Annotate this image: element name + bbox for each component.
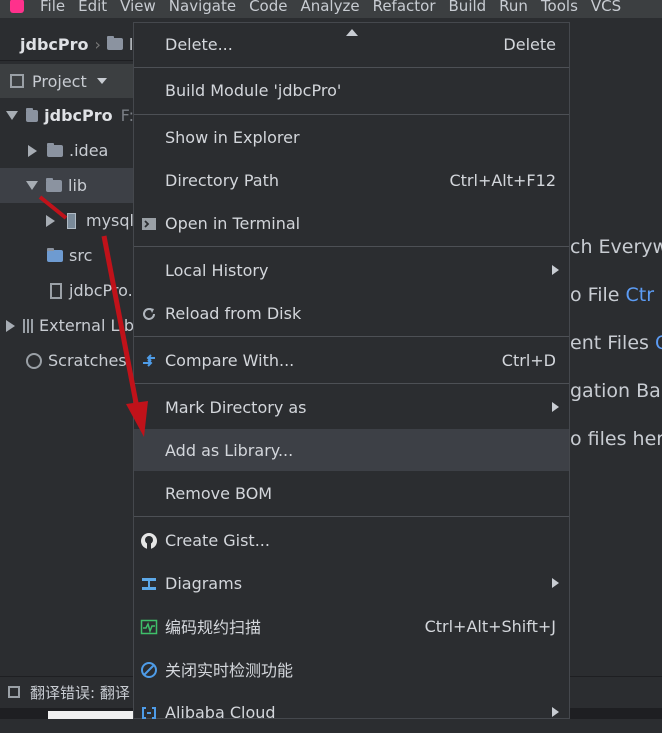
menu-item-compare-with[interactable]: Compare With... Ctrl+D: [134, 339, 569, 381]
expand-right-icon[interactable]: [6, 319, 15, 332]
tree-item-label: .idea: [69, 141, 109, 160]
menu-item-remove-bom[interactable]: Remove BOM: [134, 472, 569, 514]
submenu-arrow-icon: [552, 265, 559, 275]
breadcrumb-separator-icon: ›: [94, 34, 101, 54]
tree-item-jar[interactable]: mysql: [0, 203, 134, 238]
main-menubar: File Edit View Navigate Code Analyze Ref…: [0, 0, 662, 18]
tree-item-path: F:: [120, 106, 134, 125]
folder-icon: [106, 36, 123, 50]
menu-item-open-in-terminal[interactable]: Open in Terminal: [134, 202, 569, 244]
hint-drop-files: o files here: [570, 428, 662, 450]
code-scan-icon: [140, 619, 158, 635]
menu-file[interactable]: File: [40, 0, 65, 15]
menu-view[interactable]: View: [120, 0, 156, 15]
menu-navigate[interactable]: Navigate: [169, 0, 236, 15]
block-icon: [141, 662, 157, 678]
hint-navigation-bar: gation Ba: [570, 380, 661, 402]
chevron-down-icon[interactable]: [96, 78, 107, 84]
menu-item-directory-path[interactable]: Directory Path Ctrl+Alt+F12: [134, 159, 569, 201]
expand-down-icon[interactable]: [6, 111, 18, 120]
taskbar-window[interactable]: [48, 711, 136, 719]
menu-separator: [134, 67, 569, 68]
project-panel-title: Project: [32, 71, 87, 91]
hint-go-to-file: o File Ctr: [570, 284, 655, 306]
menu-refactor[interactable]: Refactor: [373, 0, 436, 15]
menu-run[interactable]: Run: [499, 0, 528, 15]
expand-down-icon[interactable]: [26, 181, 38, 190]
editor-empty-state: ch Everyw o File Ctr ent Files C gation …: [570, 60, 662, 680]
tree-item-external-libraries[interactable]: External Lib: [0, 308, 134, 343]
jar-icon: [67, 212, 76, 229]
menu-item-local-history[interactable]: Local History: [134, 249, 569, 291]
tree-item-label: jdbcPro.: [69, 281, 133, 300]
tree-item-label: Scratches: [48, 351, 127, 370]
breadcrumb-project[interactable]: jdbcPro: [20, 35, 88, 54]
module-folder-icon: [26, 107, 39, 122]
hint-recent-files: ent Files C: [570, 332, 662, 354]
menu-separator: [134, 383, 569, 384]
project-panel-header[interactable]: Project: [0, 64, 134, 98]
menu-item-show-in-explorer[interactable]: Show in Explorer: [134, 116, 569, 158]
status-message: 翻译错误: 翻译: [30, 683, 130, 702]
github-icon: [141, 533, 157, 549]
tree-item-label: jdbcPro: [44, 106, 113, 125]
menu-build[interactable]: Build: [449, 0, 487, 15]
tree-item-idea[interactable]: .idea: [0, 133, 134, 168]
tree-item-iml[interactable]: jdbcPro.: [0, 273, 134, 308]
menu-item-alibaba-cloud[interactable]: Alibaba Cloud: [134, 691, 569, 733]
terminal-icon: [142, 218, 156, 230]
menu-separator: [134, 336, 569, 337]
menu-item-build-module[interactable]: Build Module 'jdbcPro': [134, 69, 569, 111]
menu-item-diagrams[interactable]: Diagrams: [134, 562, 569, 604]
tree-item-scratches[interactable]: Scratches: [0, 343, 134, 378]
app-logo-icon: [10, 0, 24, 13]
expand-right-icon[interactable]: [28, 144, 37, 157]
submenu-arrow-icon: [552, 402, 559, 412]
menu-edit[interactable]: Edit: [78, 0, 107, 15]
diagram-icon: [142, 578, 156, 590]
submenu-arrow-icon: [552, 578, 559, 588]
menu-separator: [134, 516, 569, 517]
tree-item-root[interactable]: jdbcPro F:: [0, 98, 134, 133]
menu-vcs[interactable]: VCS: [591, 0, 621, 15]
source-folder-icon: [47, 247, 63, 262]
menu-item-mark-directory-as[interactable]: Mark Directory as: [134, 386, 569, 428]
menu-separator: [134, 246, 569, 247]
menu-item-add-as-library[interactable]: Add as Library...: [134, 429, 569, 471]
project-view-icon: [10, 74, 24, 88]
tree-item-label: lib: [68, 176, 88, 195]
file-icon: [50, 282, 62, 299]
tree-item-lib[interactable]: lib: [0, 168, 134, 203]
compare-icon: [143, 354, 155, 367]
menu-tools[interactable]: Tools: [541, 0, 578, 15]
libraries-icon: [23, 318, 34, 333]
alibaba-cloud-icon: [142, 707, 156, 719]
menu-item-create-gist[interactable]: Create Gist...: [134, 519, 569, 561]
menu-item-delete[interactable]: Delete... Delete: [134, 23, 569, 65]
menu-analyze[interactable]: Analyze: [300, 0, 359, 15]
submenu-arrow-icon: [552, 707, 559, 717]
folder-icon: [46, 177, 62, 192]
menu-code[interactable]: Code: [249, 0, 287, 15]
project-tree: jdbcPro F: .idea lib mysql src jdbcPro. …: [0, 98, 134, 378]
context-menu: Delete... Delete Build Module 'jdbcPro' …: [133, 22, 570, 722]
menu-separator: [134, 114, 569, 115]
tree-item-label: src: [69, 246, 93, 265]
scratches-icon: [26, 352, 42, 369]
hint-search-everywhere: ch Everyw: [570, 236, 662, 258]
expand-right-icon[interactable]: [46, 214, 55, 227]
tree-item-src[interactable]: src: [0, 238, 134, 273]
folder-icon: [47, 142, 63, 157]
tool-window-toggle-icon[interactable]: [8, 686, 20, 698]
menu-item-reload-from-disk[interactable]: Reload from Disk: [134, 292, 569, 334]
menu-item-close-realtime-detection[interactable]: 关闭实时检测功能: [134, 648, 569, 690]
tree-item-label: External Lib: [39, 316, 134, 335]
menu-item-code-scan[interactable]: 编码规约扫描 Ctrl+Alt+Shift+J: [134, 605, 569, 647]
tree-item-label: mysql: [86, 211, 134, 230]
reload-icon: [143, 308, 155, 320]
